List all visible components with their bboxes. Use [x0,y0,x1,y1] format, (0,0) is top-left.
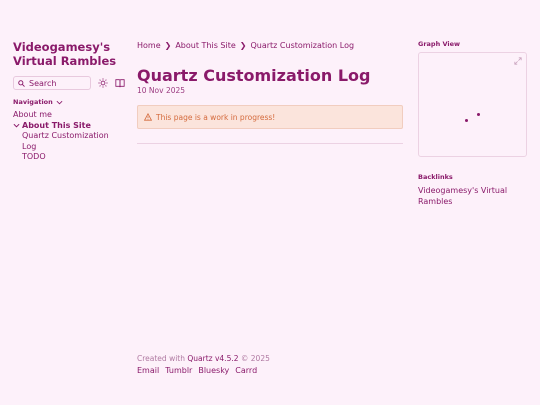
breadcrumb-home[interactable]: Home [137,40,161,52]
callout-text: This page is a work in progress! [156,112,276,122]
navigation-heading: Navigation [13,98,53,106]
main-content: Home ❯ About This Site ❯ Quartz Customiz… [137,40,403,144]
reader-mode-button[interactable] [114,78,125,89]
theme-toggle-button[interactable] [97,78,108,89]
graph-node[interactable] [477,113,480,116]
nav-folder-about-this-site[interactable]: About This Site [13,121,125,132]
nav-item-todo[interactable]: TODO [13,152,125,163]
footer-links: Email Tumblr Bluesky Carrd [137,366,270,375]
graph-view-heading: Graph View [418,40,461,48]
breadcrumb-current[interactable]: Quartz Customization Log [250,40,354,52]
warning-icon [144,113,152,121]
footer-link-tumblr[interactable]: Tumblr [165,366,192,375]
book-icon [114,79,125,88]
footer-copyright: © 2025 [240,354,270,363]
right-sidebar: Graph View Backlinks Videogamesy's Virtu… [418,40,527,207]
breadcrumb: Home ❯ About This Site ❯ Quartz Customiz… [137,40,403,52]
warning-callout: This page is a work in progress! [137,105,403,129]
footer-link-bluesky[interactable]: Bluesky [198,366,229,375]
footer-created-prefix: Created with [137,354,185,363]
page-title: Quartz Customization Log [137,66,371,85]
chevron-right-icon: ❯ [239,41,247,50]
quartz-link[interactable]: Quartz v4.5.2 [187,354,238,363]
backlinks-heading: Backlinks [418,173,453,181]
sun-icon [97,78,108,88]
expand-icon[interactable] [514,57,522,65]
backlink-item[interactable]: Videogamesy's Virtual Rambles [418,186,527,207]
divider [137,143,403,144]
footer-link-carrd[interactable]: Carrd [235,366,257,375]
site-title[interactable]: Videogamesy's Virtual Rambles [13,40,125,68]
chevron-down-icon [13,124,20,128]
footer: Created with Quartz v4.5.2 © 2025 Email … [137,354,270,375]
footer-link-email[interactable]: Email [137,366,159,375]
chevron-down-icon [56,100,63,104]
footer-credit: Created with Quartz v4.5.2 © 2025 [137,354,270,363]
search-row: Search [13,76,125,90]
graph-node[interactable] [465,119,468,122]
nav-folder-label: About This Site [22,120,91,130]
search-label: Search [29,78,57,88]
graph-view[interactable] [418,52,527,157]
left-sidebar: Videogamesy's Virtual Rambles Search Nav… [13,40,125,163]
nav-item-quartz-customization-log[interactable]: Quartz Customization Log [13,131,125,152]
chevron-right-icon: ❯ [164,41,172,50]
breadcrumb-about-this-site[interactable]: About This Site [175,40,235,52]
search-icon [18,79,25,87]
nav-item-about-me[interactable]: About me [13,110,125,121]
navigation-toggle[interactable]: Navigation [13,98,125,106]
search-button[interactable]: Search [13,76,91,90]
page-date: 10 Nov 2025 [137,86,186,95]
